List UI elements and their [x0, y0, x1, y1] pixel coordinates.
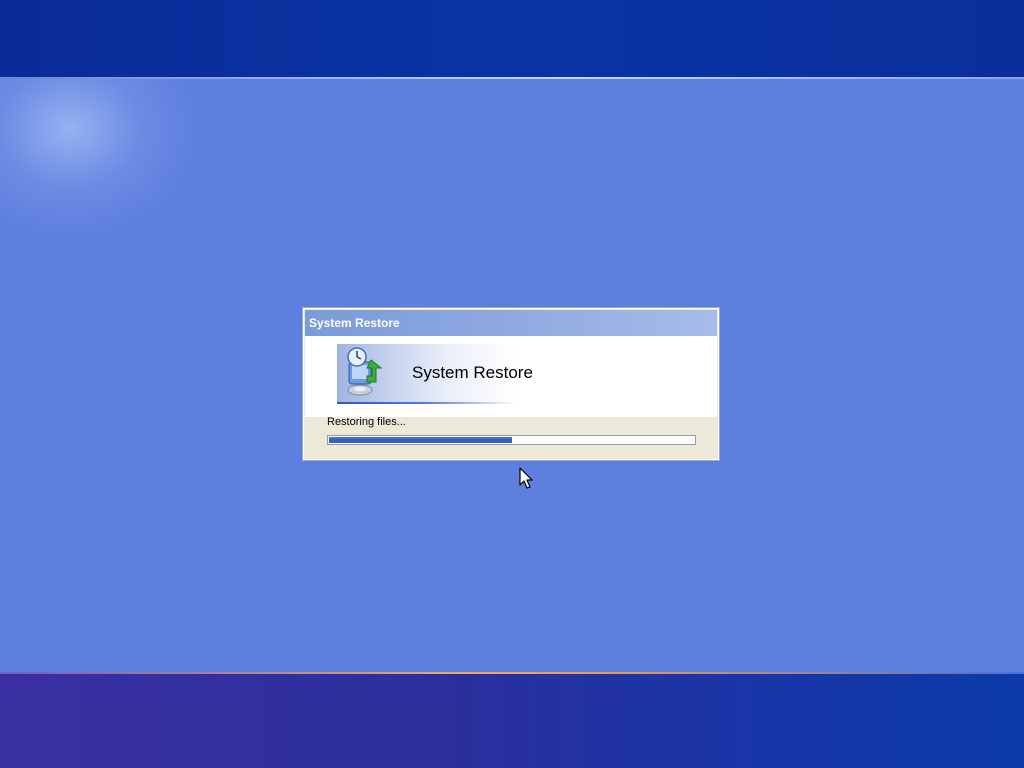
- progress-bar: [327, 435, 696, 445]
- system-restore-dialog: System Restore System Restore Restoring …: [303, 308, 719, 460]
- dialog-banner: System Restore: [305, 336, 717, 417]
- system-restore-icon: [347, 347, 383, 396]
- dialog-titlebar[interactable]: System Restore: [305, 310, 717, 336]
- progress-bar-fill: [329, 437, 512, 443]
- restore-screen: System Restore System Restore Restoring …: [0, 0, 1024, 768]
- top-band: [0, 0, 1024, 77]
- bottom-band: [0, 674, 1024, 768]
- banner-title: System Restore: [412, 363, 533, 382]
- banner-underline: [337, 402, 517, 404]
- dialog-title: System Restore: [309, 316, 400, 330]
- status-label: Restoring files...: [327, 416, 406, 428]
- mouse-cursor-icon: [519, 467, 533, 489]
